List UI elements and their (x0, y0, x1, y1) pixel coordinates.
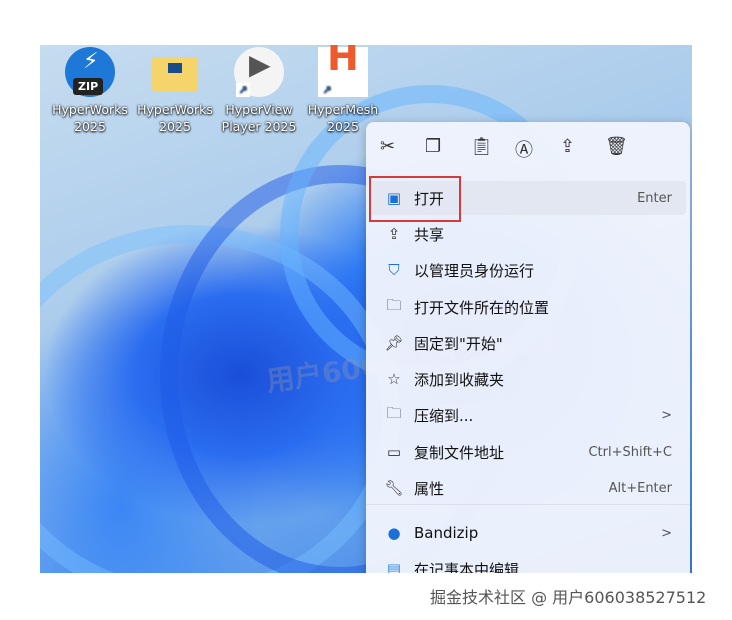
context-menu: ✂ ❐ 📋︎ Ⓐ ⇪ 🗑︎ ▣ 打开 Enter ⇪ 共享 ⛉ 以管理员身份运行 🗀 打开… (366, 122, 690, 573)
hypermesh-icon: H ↗ (318, 45, 368, 97)
menu-item-properties[interactable]: 🔧︎ 属性 Alt+Enter (370, 471, 686, 505)
menu-item-label: 共享 (414, 225, 445, 244)
menu-item-label: 在记事本中编辑 (414, 560, 520, 574)
folder-icon: 🗀 (386, 295, 402, 314)
share-icon[interactable]: ⇪ (560, 136, 605, 174)
menu-toolbar: ✂ ❐ 📋︎ Ⓐ ⇪ 🗑︎ (366, 122, 690, 174)
shortcut-arrow-icon: ↗ (320, 83, 334, 97)
menu-item-label: 属性 (414, 479, 445, 498)
icon-label: HyperView (225, 102, 293, 117)
menu-item-edit-notepad[interactable]: ▤ 在记事本中编辑 (370, 552, 686, 573)
play-icon: ▶ ↗ (234, 47, 284, 97)
menu-item-run-as-admin[interactable]: ⛉ 以管理员身份运行 (370, 253, 686, 287)
icon-label: 2025 (74, 119, 106, 134)
highlight-box (369, 176, 461, 222)
icon-label: HyperWorks (137, 102, 213, 117)
menu-item-copy-path[interactable]: ▭ 复制文件地址 Ctrl+Shift+C (370, 435, 686, 469)
paste-icon[interactable]: 📋︎ (470, 136, 515, 174)
icon-label: 2025 (159, 119, 191, 134)
pin-icon: 📌︎ (384, 334, 404, 352)
menu-separator (366, 504, 690, 505)
star-icon: ☆ (387, 370, 401, 388)
shortcut-label: Alt+Enter (608, 480, 672, 496)
zip-folder-icon: 🗀 (386, 403, 402, 422)
rename-icon[interactable]: Ⓐ (515, 136, 560, 174)
chevron-right-icon: > (661, 407, 672, 423)
folder-icon (150, 47, 200, 97)
desktop-icon-hyperview-player[interactable]: ▶ ↗ HyperView Player 2025 (216, 47, 302, 135)
shortcut-label: Enter (637, 190, 672, 206)
watermark: 掘金技术社区 @ 用户606038527512 (430, 588, 707, 607)
bandizip-zip-icon: ZIP ⚡ (65, 47, 115, 97)
icon-label: HyperWorks (52, 102, 128, 117)
wrench-icon: 🔧︎ (384, 479, 404, 497)
desktop: ZIP ⚡ HyperWorks 2025 HyperWorks 2025 ▶ ↗ … (40, 45, 692, 573)
icon-label: HyperMesh (307, 102, 379, 117)
shield-icon: ⛉ (388, 261, 400, 279)
menu-item-label: 打开文件所在的位置 (414, 298, 550, 317)
shortcut-label: Ctrl+Shift+C (588, 444, 672, 460)
chevron-right-icon: > (661, 525, 672, 541)
menu-item-open-location[interactable]: 🗀 打开文件所在的位置 (370, 290, 686, 324)
menu-item-add-favorites[interactable]: ☆ 添加到收藏夹 (370, 362, 686, 396)
share-icon: ⇪ (387, 225, 401, 243)
cut-icon[interactable]: ✂ (380, 136, 425, 174)
delete-icon[interactable]: 🗑︎ (605, 136, 650, 174)
desktop-icon-hyperworks-zip[interactable]: ZIP ⚡ HyperWorks 2025 (47, 47, 133, 135)
path-icon: ▭ (386, 443, 402, 461)
menu-item-label: 以管理员身份运行 (414, 261, 535, 280)
menu-item-share[interactable]: ⇪ 共享 (370, 217, 686, 251)
menu-item-label: 复制文件地址 (414, 443, 505, 462)
menu-item-label: Bandizip (414, 524, 479, 542)
menu-item-pin-start[interactable]: 📌︎ 固定到"开始" (370, 326, 686, 360)
menu-item-label: 固定到"开始" (414, 334, 503, 353)
menu-item-label: 压缩到... (414, 406, 474, 425)
shortcut-arrow-icon: ↗ (236, 83, 250, 97)
desktop-icon-hyperworks-folder[interactable]: HyperWorks 2025 (132, 47, 218, 135)
menu-item-label: 添加到收藏夹 (414, 370, 505, 389)
bandizip-icon: ● (387, 524, 401, 542)
menu-item-bandizip[interactable]: ● Bandizip > (370, 516, 686, 550)
icon-label: Player 2025 (221, 119, 297, 134)
menu-item-compress[interactable]: 🗀 压缩到... > (370, 398, 686, 432)
copy-icon[interactable]: ❐ (425, 136, 470, 174)
notepad-icon: ▤ (386, 560, 402, 573)
